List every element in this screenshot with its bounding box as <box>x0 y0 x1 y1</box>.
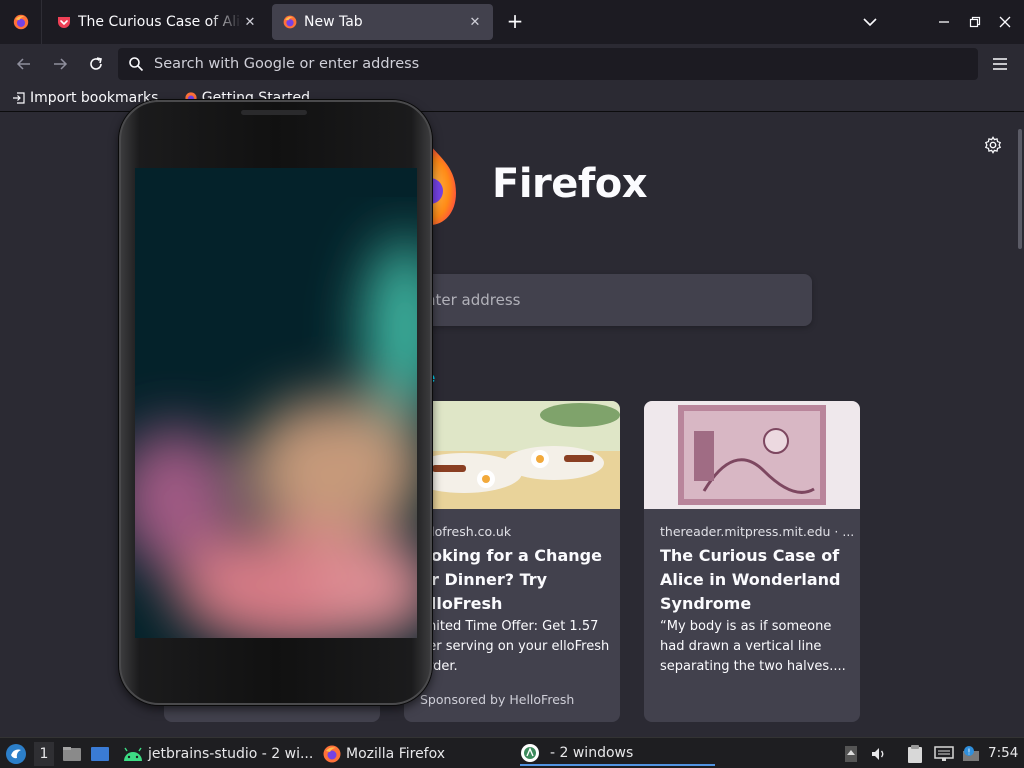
url-input[interactable] <box>154 56 954 72</box>
firefox-icon <box>13 14 28 30</box>
notification-icon: ! <box>963 746 979 761</box>
new-tab-button[interactable]: + <box>504 10 526 32</box>
taskbar-clock[interactable]: 7:54 <box>988 745 1018 761</box>
story-card[interactable]: thereader.mitpress.mit.edu · ... The Cur… <box>644 401 860 722</box>
close-icon <box>999 16 1011 28</box>
story-excerpt: imited Time Offer: Get 1.57 per serving … <box>420 619 610 674</box>
notification-button[interactable]: ! <box>961 742 981 766</box>
android-emulator-window[interactable] <box>119 100 432 705</box>
clipboard-icon <box>908 745 922 763</box>
desktop-icon <box>91 747 109 761</box>
arrow-up-icon <box>845 746 857 762</box>
workspace-switcher[interactable]: 1 <box>34 742 54 766</box>
search-placeholder: nter address <box>426 291 521 309</box>
search-icon <box>129 57 144 72</box>
tab-curious-case[interactable]: The Curious Case of Alice ✕ <box>46 4 268 40</box>
tab-new-tab[interactable]: New Tab ✕ <box>272 4 493 40</box>
reload-button[interactable] <box>86 54 106 74</box>
taskbar-item-firefox[interactable]: Mozilla Firefox <box>322 742 445 766</box>
app-menu-icon <box>6 744 26 764</box>
gear-icon[interactable] <box>984 136 1002 154</box>
close-window-button[interactable] <box>995 12 1015 32</box>
navigation-bar <box>0 44 1024 84</box>
phone-earpiece <box>241 110 307 115</box>
android-icon <box>124 747 142 761</box>
story-source: ellofresh.co.uk <box>420 524 512 539</box>
network-icon <box>934 746 954 761</box>
tab-strip: The Curious Case of Alice ✕ New Tab ✕ + <box>0 0 1024 44</box>
svg-text:!: ! <box>967 748 970 757</box>
import-icon <box>13 91 25 104</box>
close-tab-icon[interactable]: ✕ <box>242 14 258 30</box>
minimize-icon <box>939 21 949 23</box>
firefox-icon <box>323 745 341 763</box>
back-button[interactable] <box>14 54 34 74</box>
tab-title: The Curious Case of Alice <box>78 14 242 30</box>
taskbar-item-jetbrains[interactable]: jetbrains-studio - 2 wi... <box>122 742 313 766</box>
chevron-down-icon[interactable] <box>860 12 880 32</box>
workspace-number: 1 <box>39 746 49 762</box>
story-title: The Curious Case of Alice in Wonderland … <box>660 546 841 613</box>
menu-icon[interactable] <box>990 54 1010 74</box>
emulator-screen[interactable] <box>135 168 417 638</box>
arrow-left-icon <box>16 58 30 70</box>
android-studio-icon <box>521 744 539 762</box>
restore-button[interactable] <box>965 12 985 32</box>
story-excerpt: “My body is as if someone had drawn a ve… <box>660 619 846 674</box>
taskbar: 1 jetbrains-studio - 2 wi... Mozilla Fir… <box>0 737 1024 768</box>
arrow-right-icon <box>54 58 68 70</box>
taskbar-item-label: Mozilla Firefox <box>346 746 446 762</box>
volume-icon <box>872 748 884 760</box>
story-thumbnail <box>644 401 860 509</box>
tray-up-arrow[interactable] <box>844 742 858 766</box>
firefox-wordmark: Firefox <box>492 161 648 207</box>
forward-button[interactable] <box>50 54 70 74</box>
firefox-view-button[interactable] <box>0 0 42 44</box>
story-thumbnail <box>404 401 620 509</box>
taskbar-item-label: - 2 windows <box>550 745 634 761</box>
scrollbar[interactable] <box>1018 129 1022 249</box>
close-tab-icon[interactable]: ✕ <box>467 14 483 30</box>
story-title: ooking for a Change or Dinner? Try elloF… <box>420 546 602 613</box>
taskbar-item-android-studio[interactable]: - 2 windows <box>520 742 715 766</box>
start-menu-button[interactable] <box>5 742 27 766</box>
restore-icon <box>969 16 981 28</box>
firefox-icon <box>283 15 297 29</box>
wallpaper-image <box>135 168 417 638</box>
show-desktop-button[interactable] <box>90 742 110 766</box>
story-source: thereader.mitpress.mit.edu · ... <box>660 524 855 539</box>
address-bar[interactable] <box>118 48 978 80</box>
clipboard-button[interactable] <box>906 742 924 766</box>
volume-button[interactable] <box>870 742 888 766</box>
reload-icon <box>90 57 102 70</box>
network-button[interactable] <box>934 742 954 766</box>
sponsor-label: Sponsored by HelloFresh <box>420 692 575 707</box>
tab-title: New Tab <box>304 14 363 30</box>
pocket-icon <box>58 17 70 28</box>
file-manager-launcher[interactable] <box>62 742 82 766</box>
minimize-button[interactable] <box>934 12 954 32</box>
folder-icon <box>63 747 81 761</box>
story-card[interactable]: ellofresh.co.uk ooking for a Change or D… <box>404 401 620 722</box>
taskbar-item-label: jetbrains-studio - 2 wi... <box>148 746 314 762</box>
